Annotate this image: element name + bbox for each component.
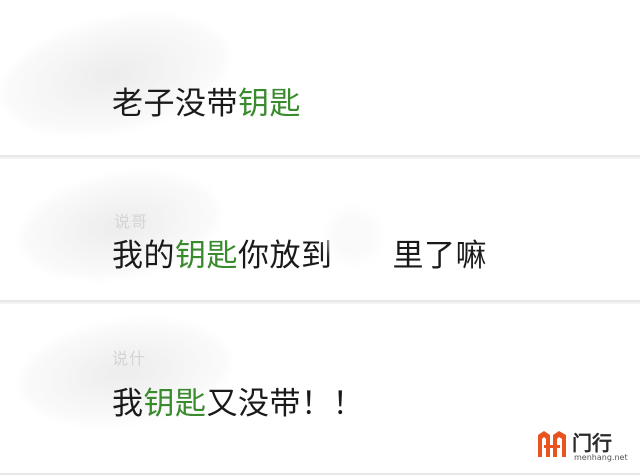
watermark-logo-icon bbox=[538, 431, 566, 457]
watermark-subtitle: menhang.net bbox=[574, 453, 628, 462]
comment-1-highlight: 钥匙 bbox=[238, 86, 301, 122]
watermark-title: 门行 bbox=[572, 431, 612, 455]
comment-2-part-1: 我的 bbox=[112, 238, 175, 274]
faint-username-2: 说什 bbox=[112, 349, 147, 368]
comment-2-part-3: 里了嘛 bbox=[392, 238, 487, 274]
comment-text-3: 我钥匙又没带！！ bbox=[112, 378, 364, 423]
redacted-blur bbox=[322, 205, 384, 267]
faint-username-1: 说哥 bbox=[114, 212, 149, 231]
comment-3-part-1: 我 bbox=[112, 386, 144, 422]
comment-text-2: 我的钥匙你放到 里了嘛 bbox=[112, 230, 487, 275]
comment-text-1: 老子没带钥匙 bbox=[112, 78, 301, 123]
comment-2-part-2: 你放到 bbox=[238, 238, 333, 274]
comment-3-part-2: 又没带！！ bbox=[206, 386, 364, 422]
comment-1-part-1: 老子没带 bbox=[112, 86, 238, 122]
comment-2-highlight: 钥匙 bbox=[175, 238, 238, 274]
site-watermark: 门行 menhang.net bbox=[536, 427, 628, 465]
comment-3-highlight: 钥匙 bbox=[143, 386, 207, 422]
